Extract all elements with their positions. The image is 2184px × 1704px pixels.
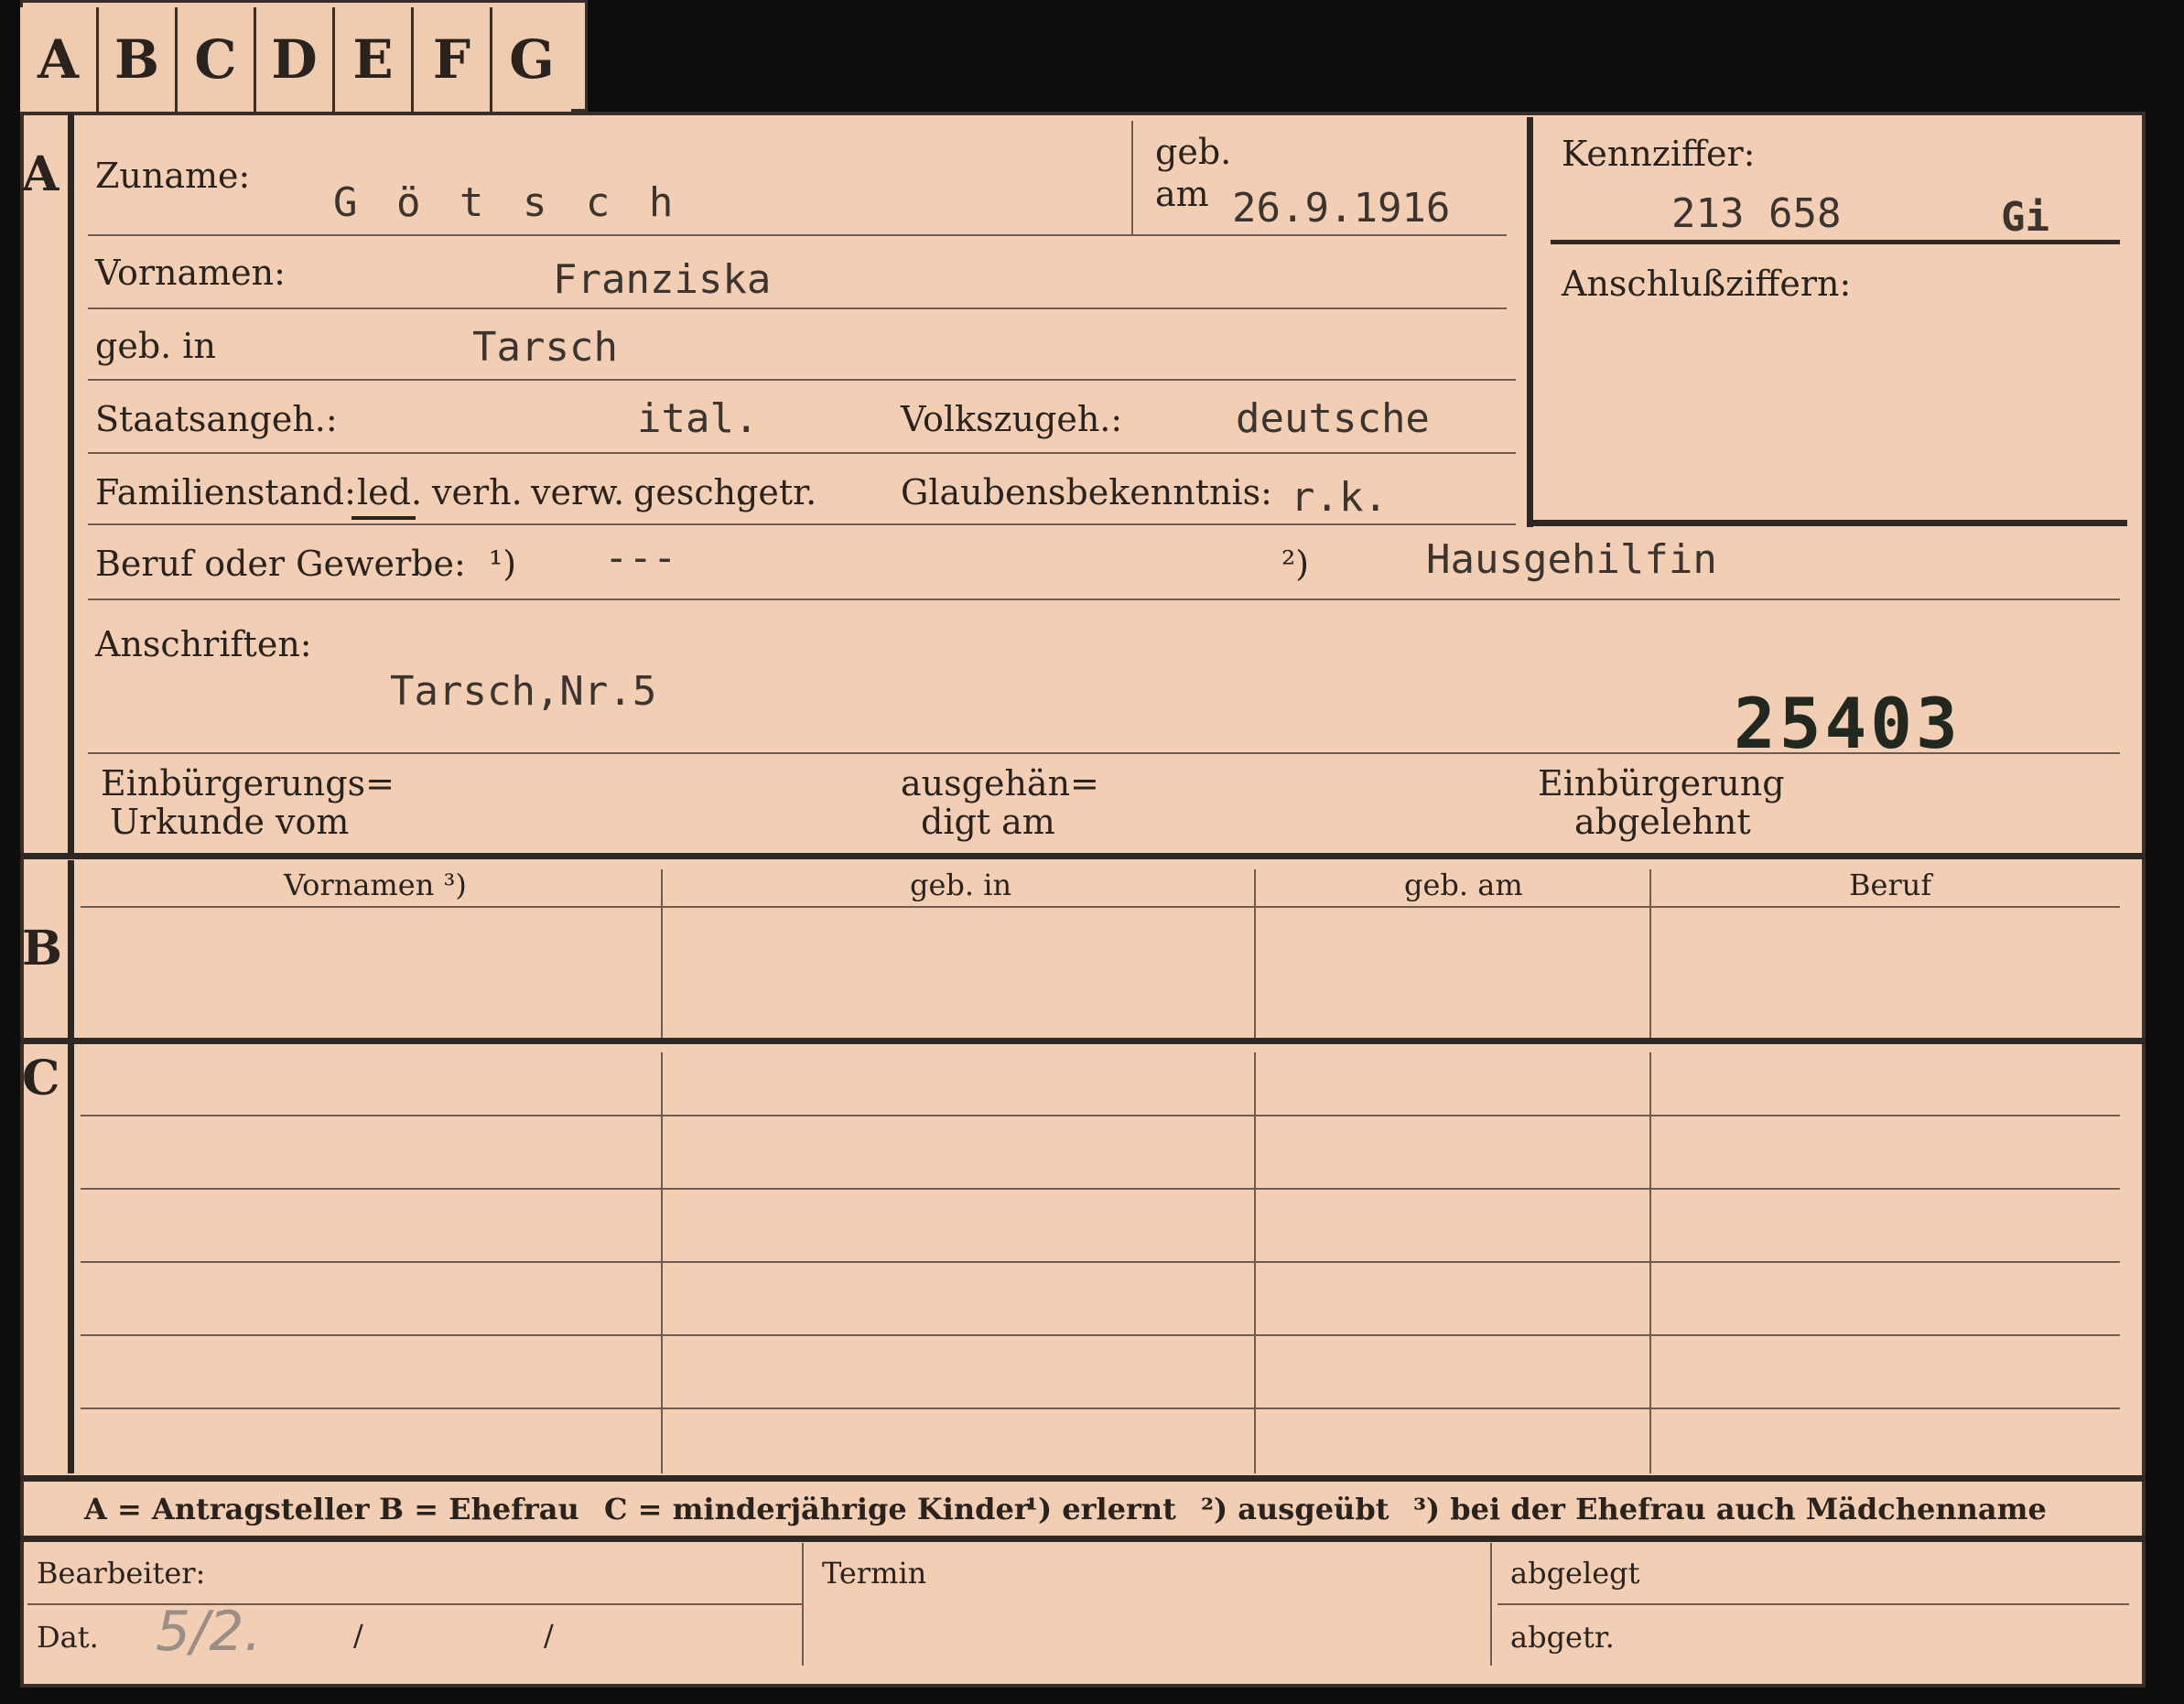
termin-label: Termin: [822, 1556, 927, 1591]
col-header-vornamen: Vornamen ³): [284, 868, 467, 902]
dat-handwritten-value: 5/2.: [156, 1600, 262, 1664]
abgelegt-label: abgelegt: [1510, 1556, 1640, 1591]
section-b-marker: B: [22, 921, 62, 976]
section-a-left-rule: [68, 113, 74, 857]
familienstand-option-gesch: gesch.: [633, 472, 748, 512]
section-a-bottom-rule: [20, 853, 2146, 859]
familienstand-option-verw: verw.: [531, 472, 625, 512]
ausgehaendigt-label-1: ausgehän=: [901, 763, 1099, 803]
kennziffer-suffix: Gi: [2001, 194, 2049, 241]
col-header-geb-in: geb. in: [910, 868, 1012, 902]
dat-slash-1: /: [353, 1618, 363, 1653]
section-b-bottom-rule: [20, 1038, 2146, 1044]
zuname-value: G ö t s c h: [333, 179, 681, 226]
einb-urkunde-label-2: Urkunde vom: [110, 802, 350, 842]
beruf-mark-1: ¹): [489, 544, 517, 584]
kennziffer-value: 213 658: [1671, 190, 1842, 237]
dat-label: Dat.: [37, 1620, 99, 1655]
legend-c: C = minderjährige Kinder: [604, 1492, 1030, 1526]
section-c-marker: C: [22, 1051, 60, 1106]
geb-label: geb.: [1155, 132, 1232, 172]
kennziffer-box-left: [1527, 117, 1533, 527]
vornamen-value: Franziska: [553, 256, 772, 303]
kennziffer-label: Kennziffer:: [1562, 134, 1756, 174]
familienstand-option-led: led.: [357, 472, 423, 512]
volkszugeh-value: deutsche: [1236, 395, 1430, 442]
familienstand-option-getr: getr.: [736, 472, 817, 512]
anschriften-value: Tarsch,Nr.5: [390, 668, 657, 715]
col-header-beruf: Beruf: [1849, 868, 1932, 902]
anschluss-label: Anschlußziffern:: [1562, 264, 1852, 304]
legend-note-2: ²) ausgeübt: [1201, 1492, 1389, 1526]
anschriften-label: Anschriften:: [95, 624, 312, 664]
legend-bottom-rule: [20, 1536, 2146, 1542]
section-c-bottom-rule: [20, 1475, 2146, 1482]
tab-g[interactable]: G: [492, 7, 571, 112]
geb-am-value: 26.9.1916: [1232, 185, 1451, 232]
einb-abgelehnt-label-2: abgelehnt: [1574, 802, 1751, 842]
legend-note-3: ³) bei der Ehefrau auch Mädchenname: [1413, 1492, 2047, 1526]
bearbeiter-label: Bearbeiter:: [37, 1556, 206, 1591]
einb-urkunde-label-1: Einbürgerungs=: [101, 763, 395, 803]
vornamen-label: Vornamen:: [95, 253, 286, 293]
zuname-label: Zuname:: [95, 156, 251, 196]
tab-a[interactable]: A: [20, 7, 99, 112]
tab-b[interactable]: B: [99, 7, 178, 112]
tab-f[interactable]: F: [414, 7, 492, 112]
glaubens-label: Glaubensbekenntnis:: [901, 472, 1272, 512]
tab-e[interactable]: E: [335, 7, 414, 112]
kennziffer-box-bottom: [1527, 520, 2127, 526]
beruf-ausgeuebt-value: Hausgehilfin: [1426, 536, 1717, 583]
glaubens-value: r.k.: [1291, 474, 1388, 521]
col-header-geb-am: geb. am: [1404, 868, 1523, 902]
tab-d[interactable]: D: [256, 7, 335, 112]
geb-in-label: geb. in: [95, 326, 216, 366]
section-a-marker: A: [22, 146, 59, 202]
familienstand-selected-underline: [351, 516, 416, 520]
einb-abgelehnt-label-1: Einbürgerung: [1538, 763, 1785, 803]
familienstand-label: Familienstand:: [95, 472, 356, 512]
legend-b: B = Ehefrau: [379, 1492, 579, 1526]
ausgehaendigt-label-2: digt am: [921, 802, 1055, 842]
beruf-erlernt-value: ---: [604, 534, 677, 581]
beruf-label: Beruf oder Gewerbe:: [95, 544, 466, 584]
geb-am-divider: [1131, 121, 1133, 234]
beruf-mark-2: ²): [1281, 544, 1310, 584]
abgetr-label: abgetr.: [1510, 1620, 1615, 1655]
legend-a: A = Antragsteller: [84, 1492, 370, 1526]
staatsangeh-value: ital.: [637, 395, 759, 442]
stamp-number: 25403: [1734, 683, 1962, 764]
dat-slash-2: /: [544, 1618, 554, 1653]
am-label: am: [1155, 174, 1209, 214]
geb-in-value: Tarsch: [472, 324, 618, 371]
legend-note-1: ¹) erlernt: [1025, 1492, 1176, 1526]
staatsangeh-label: Staatsangeh.:: [95, 399, 338, 439]
tab-c[interactable]: C: [178, 7, 256, 112]
volkszugeh-label: Volkszugeh.:: [901, 399, 1123, 439]
familienstand-option-verh: verh.: [432, 472, 523, 512]
